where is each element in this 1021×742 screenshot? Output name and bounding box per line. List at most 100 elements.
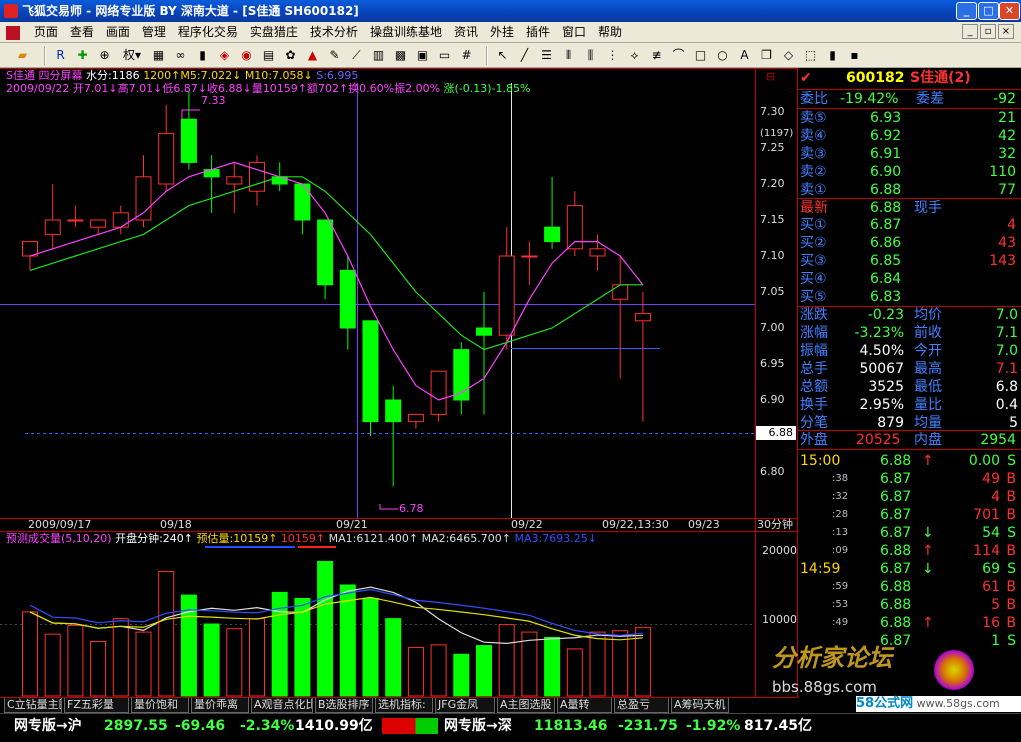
layout-icon[interactable]: ▣ — [414, 47, 431, 64]
estimated-volume-2: 10159↑ — [280, 532, 326, 545]
mesh-icon[interactable]: ▩ — [392, 47, 409, 64]
text-tool-icon[interactable]: A — [736, 47, 753, 64]
menu-item[interactable]: 实盘猎庄 — [244, 22, 304, 42]
volume-bar — [498, 624, 515, 697]
menu-item[interactable]: 帮助 — [592, 22, 628, 42]
indicator-tab[interactable]: A观音点化比 — [251, 698, 313, 713]
sell-level-row[interactable]: 卖② 6.90 110 — [798, 163, 1021, 181]
menu-item[interactable]: 插件 — [520, 22, 556, 42]
settings-icon[interactable]: ✿ — [282, 47, 299, 64]
tick-row[interactable]: :38 6.87 49 B — [798, 470, 1021, 488]
indicator-tab[interactable]: 选机指标: — [375, 698, 433, 713]
maximize-button[interactable]: □ — [978, 2, 999, 20]
menu-item[interactable]: 查看 — [64, 22, 100, 42]
sell-level-row[interactable]: 卖③ 6.91 32 — [798, 145, 1021, 163]
buy-level-row[interactable]: 买② 6.86 43 — [798, 234, 1021, 252]
target-icon[interactable]: ◉ — [238, 47, 255, 64]
cycle-tool-icon[interactable]: ⋮ — [604, 47, 621, 64]
mdi-close-button[interactable]: × — [998, 24, 1014, 39]
rights-dropdown[interactable]: 权▾ — [118, 47, 146, 64]
indicator-tab[interactable]: JFG金凤 — [435, 698, 495, 713]
fan-tool-icon[interactable]: ⟡ — [626, 47, 643, 64]
copy-tool-icon[interactable]: ❐ — [758, 47, 775, 64]
indicator-tab[interactable]: A量转 — [557, 698, 612, 713]
candle-body — [634, 313, 651, 322]
buy-level-row[interactable]: 买③ 6.85 143 — [798, 252, 1021, 270]
menu-item[interactable]: 窗口 — [556, 22, 592, 42]
bell-icon[interactable]: ◈ — [216, 47, 233, 64]
save-tool-icon[interactable]: ▪ — [846, 47, 863, 64]
hline-tool-icon[interactable]: ☰ — [538, 47, 555, 64]
wand-icon[interactable]: ✎ — [326, 47, 343, 64]
tick-row[interactable]: :32 6.87 4 B — [798, 488, 1021, 506]
minimize-button[interactable]: _ — [956, 2, 977, 20]
sell-level-row[interactable]: 卖④ 6.92 42 — [798, 127, 1021, 145]
tick-row[interactable]: :53 6.88 5 B — [798, 596, 1021, 614]
indicator-tab[interactable]: 总盈亏 — [614, 698, 669, 713]
buy-level-row[interactable]: 买① 6.87 4 — [798, 216, 1021, 234]
tick-row[interactable]: :28 6.87 701 B — [798, 506, 1021, 524]
stat-value: 7.0 — [995, 307, 1018, 323]
tick-row[interactable]: :13 6.87 ↓ 54 S — [798, 524, 1021, 542]
cursor-icon[interactable]: ↖ — [494, 47, 511, 64]
sell-level-row[interactable]: 卖① 6.88 77 — [798, 181, 1021, 199]
ellipse-tool-icon[interactable]: ○ — [714, 47, 731, 64]
kline-chart-svg[interactable]: 7.33 6.78 — [0, 68, 797, 698]
menu-item[interactable]: 管理 — [136, 22, 172, 42]
hash-icon[interactable]: # — [458, 47, 475, 64]
delete-tool-icon[interactable]: ⬚ — [802, 47, 819, 64]
tick-row[interactable]: :09 6.88 ↑ 114 B — [798, 542, 1021, 560]
indicator-tab[interactable]: FZ五彩量 — [64, 698, 129, 713]
indicator-tab[interactable]: 量价乖离 — [191, 698, 249, 713]
grid-icon[interactable]: ▦ — [150, 47, 167, 64]
menu-item[interactable]: 页面 — [28, 22, 64, 42]
bars-icon[interactable]: ▮ — [194, 47, 211, 64]
fibo-tool-icon[interactable]: ≢ — [648, 47, 665, 64]
menu-item[interactable]: 程序化交易 — [172, 22, 244, 42]
table-icon[interactable]: ▥ — [370, 47, 387, 64]
mdi-restore-button[interactable]: ▫ — [980, 24, 996, 39]
vline-tool-icon[interactable]: ⫼ — [582, 47, 599, 64]
tick-row[interactable]: 15:00 6.88 ↑ 0.00 S — [798, 452, 1021, 470]
chart-icon[interactable]: ▭ — [436, 47, 453, 64]
buy-level-row[interactable]: 买⑤ 6.83 — [798, 288, 1021, 306]
color-tool-icon[interactable]: ▮ — [824, 47, 841, 64]
rect-tool-icon[interactable]: □ — [692, 47, 709, 64]
indicator-tab[interactable]: 量价饱和 — [131, 698, 189, 713]
menu-item[interactable]: 外挂 — [484, 22, 520, 42]
period-selector[interactable]: 30分钟 — [757, 518, 793, 531]
indicator-tab[interactable]: A主图选股 — [497, 698, 555, 713]
menu-item[interactable]: 操盘训练基地 — [364, 22, 448, 42]
rsi-icon[interactable]: R — [52, 47, 69, 64]
buy-level-row[interactable]: 买④ 6.84 — [798, 270, 1021, 288]
close-button[interactable]: ✕ — [999, 2, 1020, 20]
diagonal-icon[interactable]: ⟋ — [348, 47, 365, 64]
menu-item[interactable]: 技术分析 — [304, 22, 364, 42]
tick-row[interactable]: :59 6.88 61 B — [798, 578, 1021, 596]
mdi-minimize-button[interactable]: _ — [962, 24, 978, 39]
menu-item[interactable]: 资讯 — [448, 22, 484, 42]
date-label: 09/22,13:30 — [602, 518, 669, 531]
arc-tool-icon[interactable]: ⌒ — [670, 47, 687, 64]
line-tool-icon[interactable]: ╱ — [516, 47, 533, 64]
chart-area[interactable]: 7.33 6.78 S佳通 四分屏幕 水分:1186 1200↑M5:7.022… — [0, 68, 797, 698]
crosshair-icon[interactable]: ⊕ — [96, 47, 113, 64]
channel-tool-icon[interactable]: ⫴ — [560, 47, 577, 64]
open-icon[interactable]: ▰ — [14, 47, 31, 64]
link-icon[interactable]: ∞ — [172, 47, 189, 64]
tick-row[interactable]: :49 6.88 ↑ 16 B — [798, 614, 1021, 632]
move-icon[interactable]: ✚ — [74, 47, 91, 64]
scale-toggle-icon[interactable]: ⊟ — [766, 70, 775, 83]
sell-level-row[interactable]: 卖⑤ 6.93 21 — [798, 109, 1021, 127]
sz-index-label[interactable]: 网专版→深 — [444, 716, 512, 736]
indicator-tab[interactable]: A筹码天机 — [671, 698, 729, 713]
tick-row[interactable]: 14:59 6.87 ↓ 69 S — [798, 560, 1021, 578]
menu-item[interactable]: 画面 — [100, 22, 136, 42]
alarm-icon[interactable]: ▲ — [304, 47, 321, 64]
eraser-icon[interactable]: ◇ — [780, 47, 797, 64]
price-scale-label: 7.10 — [760, 249, 785, 262]
indicator-tab[interactable]: B选股排序 — [315, 698, 373, 713]
sh-index-label[interactable]: 网专版→沪 — [14, 716, 82, 736]
indicator-tab[interactable]: C立钻量主图 — [4, 698, 62, 713]
filter-icon[interactable]: ▤ — [260, 47, 277, 64]
